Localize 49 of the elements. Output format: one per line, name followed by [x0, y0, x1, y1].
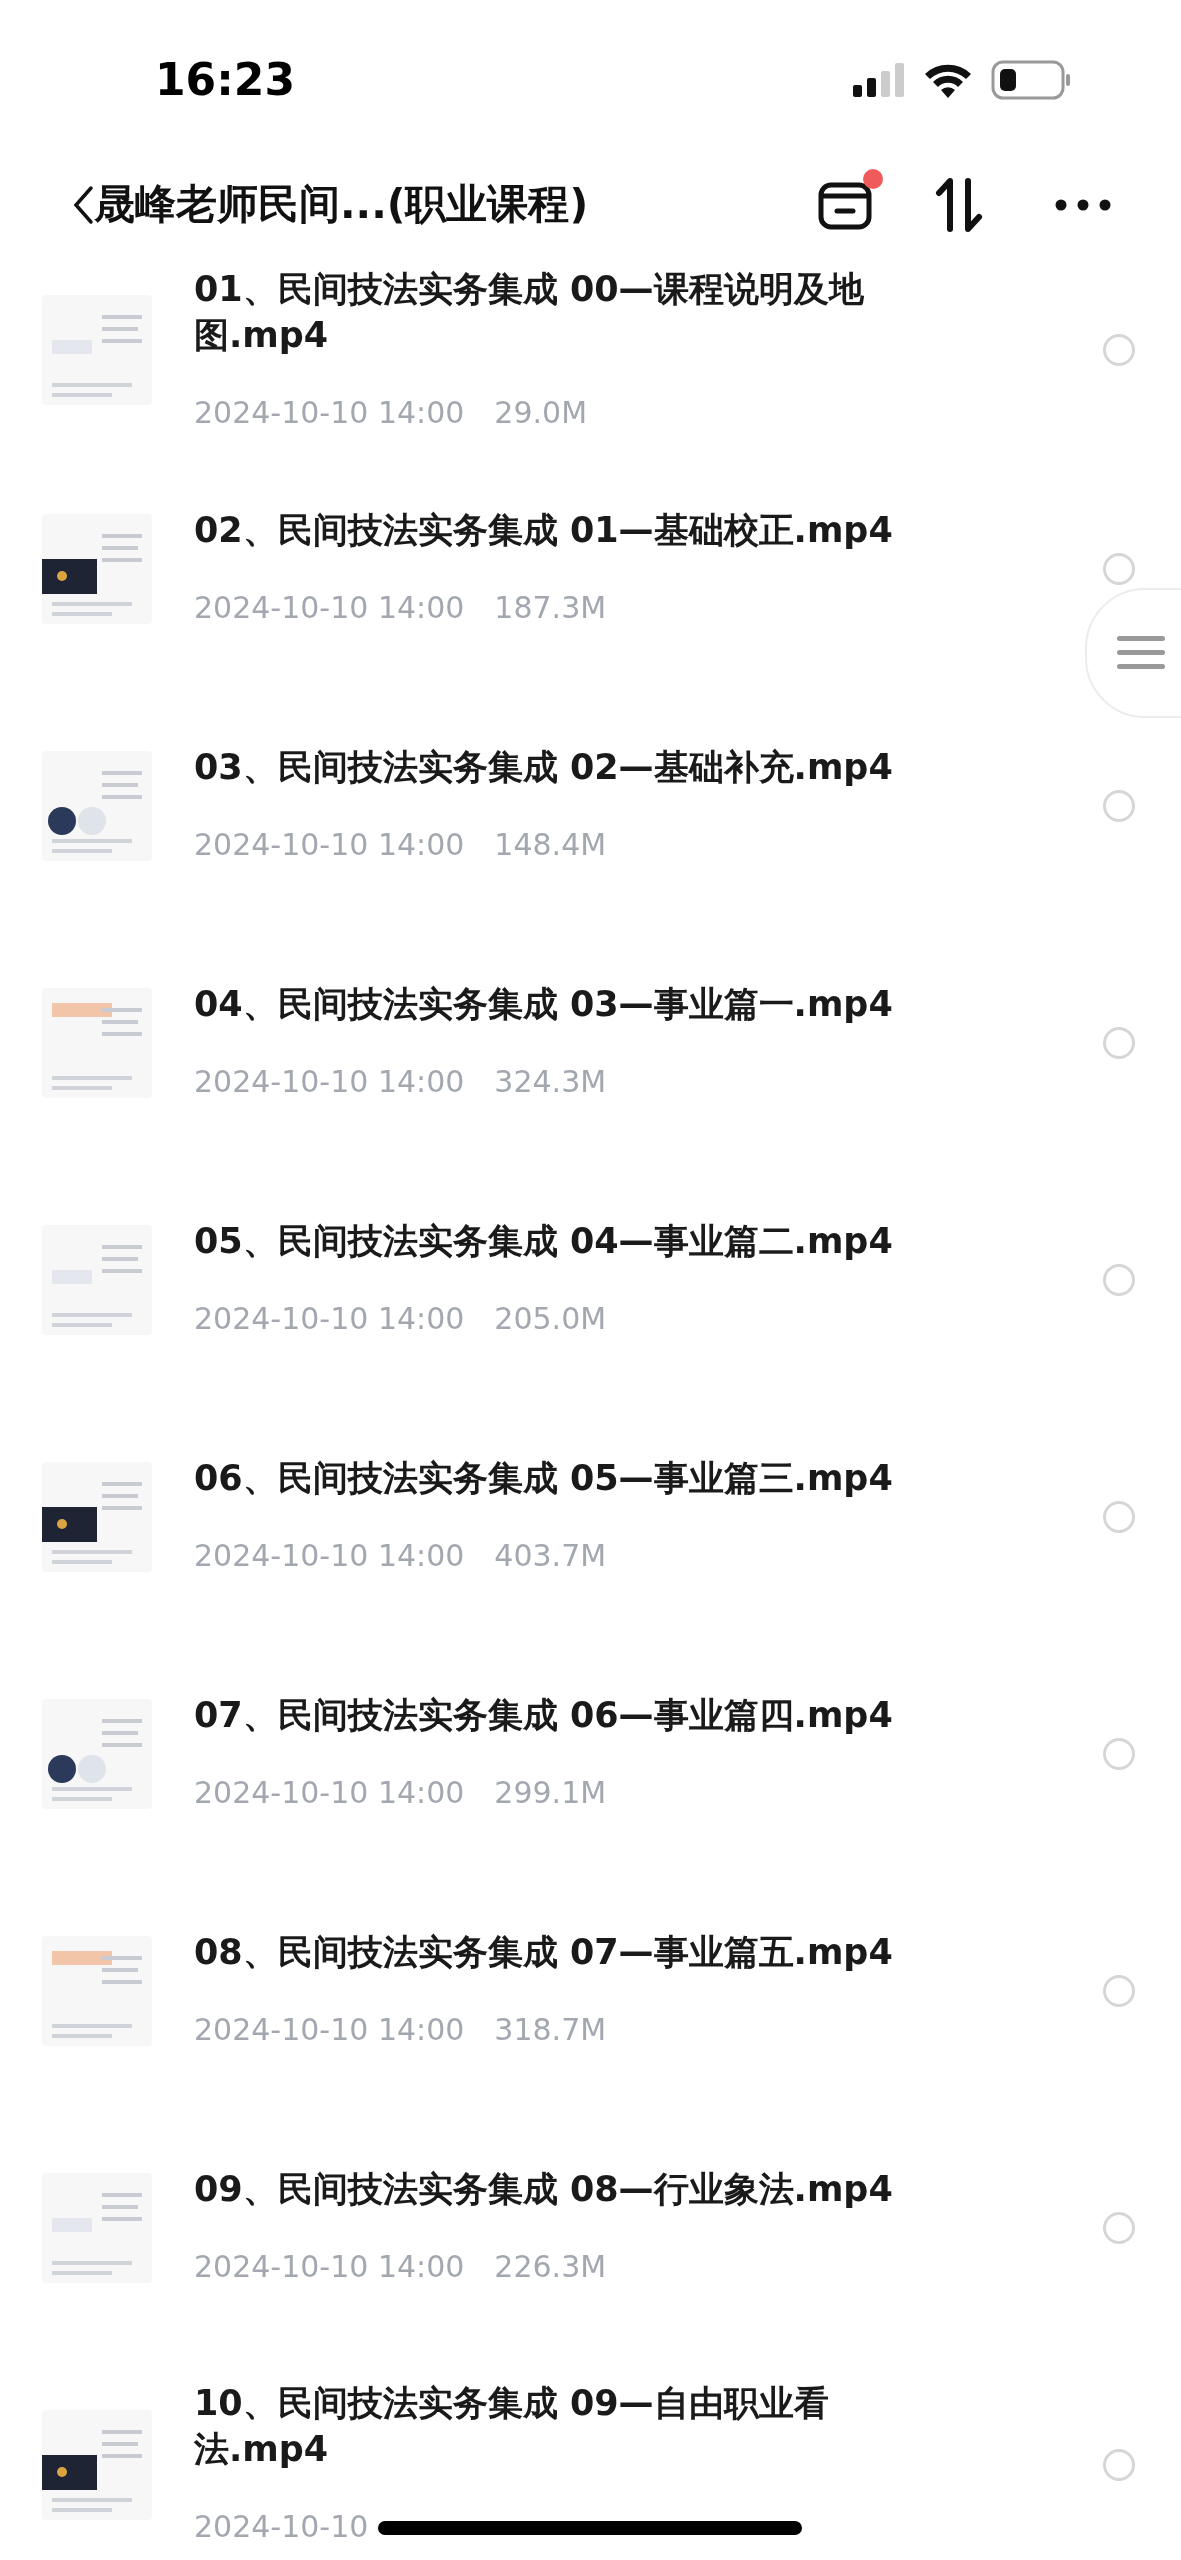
header-title: 晟峰老师民间...(职业课程) [94, 179, 589, 231]
sort-icon[interactable] [935, 177, 985, 233]
select-radio[interactable] [1103, 1974, 1135, 2007]
file-size: 318.7M [494, 2011, 607, 2049]
file-size: 226.3M [494, 2248, 607, 2286]
file-date: 2024-10-10 14:00 [194, 1537, 465, 1575]
file-size: 205.0M [494, 1300, 607, 1338]
select-radio[interactable] [1103, 1263, 1135, 1296]
file-date: 2024-10-10 14:00 [194, 2248, 465, 2286]
file-date: 2024-10-10 14:00 [194, 393, 465, 432]
file-date: 2024-10-10 14:00 [194, 1063, 465, 1101]
file-name[interactable]: 06、民间技法实务集成 05—事业篇三.mp4 [194, 1455, 954, 1501]
file-name[interactable]: 03、民间技法实务集成 02—基础补充.mp4 [194, 744, 954, 790]
back-icon[interactable] [72, 185, 94, 225]
file-date: 2024-10-10 [194, 2508, 369, 2546]
select-radio[interactable] [1103, 1737, 1135, 1770]
file-name[interactable]: 10、民间技法实务集成 09—自由职业看法.mp4 [194, 2380, 954, 2472]
file-date: 2024-10-10 14:00 [194, 1774, 465, 1812]
file-name[interactable]: 01、民间技法实务集成 00—课程说明及地图.mp4 [194, 265, 954, 358]
file-date: 2024-10-10 14:00 [194, 589, 465, 627]
file-date: 2024-10-10 14:00 [194, 1300, 465, 1338]
menu-icon [1117, 636, 1165, 670]
status-time: 16:23 [155, 53, 296, 107]
file-date: 2024-10-10 14:00 [194, 826, 465, 864]
file-name[interactable]: 08、民间技法实务集成 07—事业篇五.mp4 [194, 1929, 954, 1975]
floating-menu[interactable] [1085, 588, 1181, 718]
select-radio[interactable] [1103, 2211, 1135, 2244]
battery-icon [991, 60, 1071, 100]
file-size: 403.7M [494, 1537, 607, 1575]
file-size: 299.1M [494, 1774, 607, 1812]
file-size: 324.3M [494, 1063, 607, 1101]
file-size: 29.0M [494, 393, 588, 432]
select-radio[interactable] [1103, 1026, 1135, 1059]
file-size: 148.4M [494, 826, 607, 864]
file-size: 187.3M [494, 589, 607, 627]
file-name[interactable]: 04、民间技法实务集成 03—事业篇一.mp4 [194, 981, 954, 1027]
signal-icon [853, 63, 905, 97]
select-radio[interactable] [1103, 789, 1135, 822]
file-name[interactable]: 02、民间技法实务集成 01—基础校正.mp4 [194, 507, 954, 553]
wifi-icon [923, 62, 973, 98]
select-radio[interactable] [1103, 334, 1135, 366]
file-date: 2024-10-10 14:00 [194, 2011, 465, 2049]
select-radio[interactable] [1103, 1500, 1135, 1533]
select-radio[interactable] [1103, 552, 1135, 585]
select-radio[interactable] [1103, 2448, 1135, 2481]
file-name[interactable]: 07、民间技法实务集成 06—事业篇四.mp4 [194, 1692, 954, 1738]
file-name[interactable]: 05、民间技法实务集成 04—事业篇二.mp4 [194, 1218, 954, 1264]
file-name[interactable]: 09、民间技法实务集成 08—行业象法.mp4 [194, 2166, 954, 2212]
more-icon[interactable] [1055, 199, 1111, 211]
